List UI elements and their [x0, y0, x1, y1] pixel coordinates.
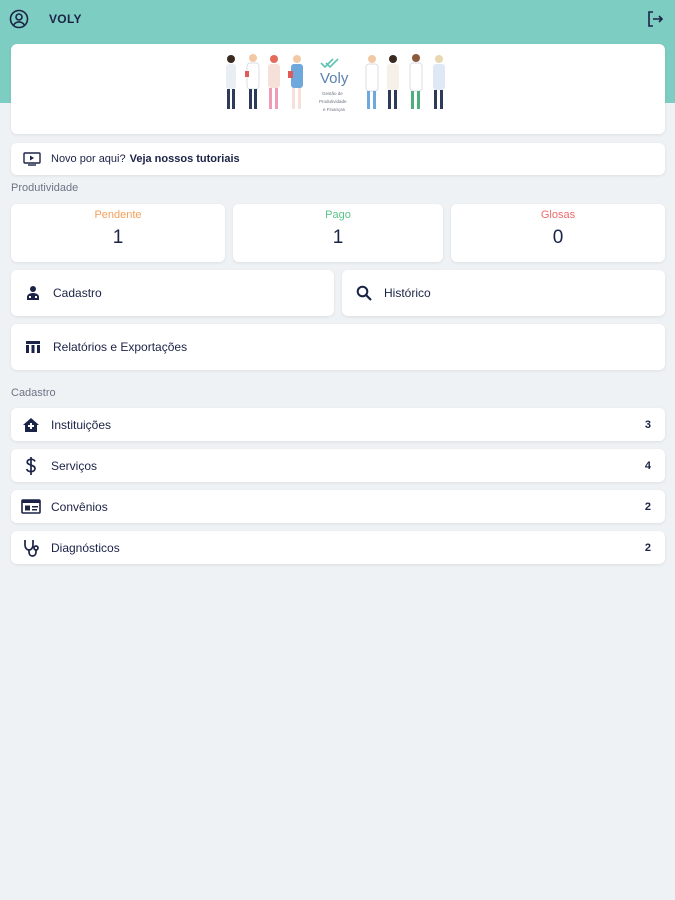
- logo-text: Voly: [320, 70, 349, 87]
- stat-card-glosas[interactable]: Glosas 0: [451, 204, 665, 262]
- list-item-diagnosticos[interactable]: Diagnósticos 2: [11, 531, 665, 564]
- stat-card-pago[interactable]: Pago 1: [233, 204, 443, 262]
- list-item-count: 4: [644, 459, 651, 472]
- cadastro-section-label: Cadastro: [11, 387, 56, 399]
- play-video-icon: [23, 152, 41, 166]
- banner-illustration: Voly Gestão de Produtividade e Finanças: [226, 54, 445, 112]
- tutorial-bar[interactable]: Novo por aqui? Veja nossos tutoriais: [11, 143, 665, 175]
- cadastro-label: Cadastro: [53, 286, 102, 300]
- app-header: VOLY: [0, 0, 675, 38]
- list-item-convenios[interactable]: Convênios 2: [11, 490, 665, 523]
- logout-icon[interactable]: [645, 9, 665, 29]
- table-icon: [25, 339, 41, 355]
- historico-label: Histórico: [384, 286, 431, 300]
- list-item-label: Diagnósticos: [51, 540, 120, 555]
- app-title: VOLY: [49, 12, 82, 26]
- stat-label: Glosas: [540, 209, 576, 221]
- cadastro-button[interactable]: Cadastro: [11, 270, 334, 316]
- users-icon: [25, 285, 41, 301]
- list-item-instituicoes[interactable]: Instituições 3: [11, 408, 665, 441]
- historico-button[interactable]: Histórico: [342, 270, 665, 316]
- tutorial-link[interactable]: Veja nossos tutoriais: [130, 153, 240, 165]
- stat-value: 1: [332, 227, 344, 248]
- stat-card-pendente[interactable]: Pendente 1: [11, 204, 225, 262]
- svg-text:e Finanças: e Finanças: [323, 107, 346, 112]
- hospital-icon: [21, 416, 41, 434]
- user-circle-icon[interactable]: [9, 9, 29, 29]
- id-card-icon: [21, 498, 41, 516]
- relatorios-button[interactable]: Relatórios e Exportações: [11, 324, 665, 370]
- search-icon: [356, 285, 372, 301]
- list-item-label: Serviços: [51, 458, 98, 473]
- list-item-label: Instituições: [51, 417, 112, 432]
- list-item-count: 2: [644, 500, 651, 513]
- list-item-count: 2: [644, 541, 651, 554]
- tutorial-text: Novo por aqui?: [51, 153, 126, 165]
- stethoscope-icon: [21, 539, 41, 557]
- banner: Voly Gestão de Produtividade e Finanças: [11, 44, 665, 134]
- productivity-section-label: Produtividade: [11, 182, 79, 194]
- stat-label: Pago: [325, 209, 351, 221]
- stat-value: 0: [552, 227, 564, 248]
- stat-label: Pendente: [94, 209, 142, 221]
- dollar-icon: [21, 456, 41, 475]
- list-item-servicos[interactable]: Serviços 4: [11, 449, 665, 482]
- list-item-count: 3: [644, 418, 651, 431]
- svg-text:Gestão de: Gestão de: [322, 91, 343, 96]
- stat-value: 1: [112, 227, 124, 248]
- list-item-label: Convênios: [51, 499, 108, 514]
- svg-text:Produtividade: Produtividade: [319, 99, 347, 104]
- relatorios-label: Relatórios e Exportações: [53, 340, 188, 354]
